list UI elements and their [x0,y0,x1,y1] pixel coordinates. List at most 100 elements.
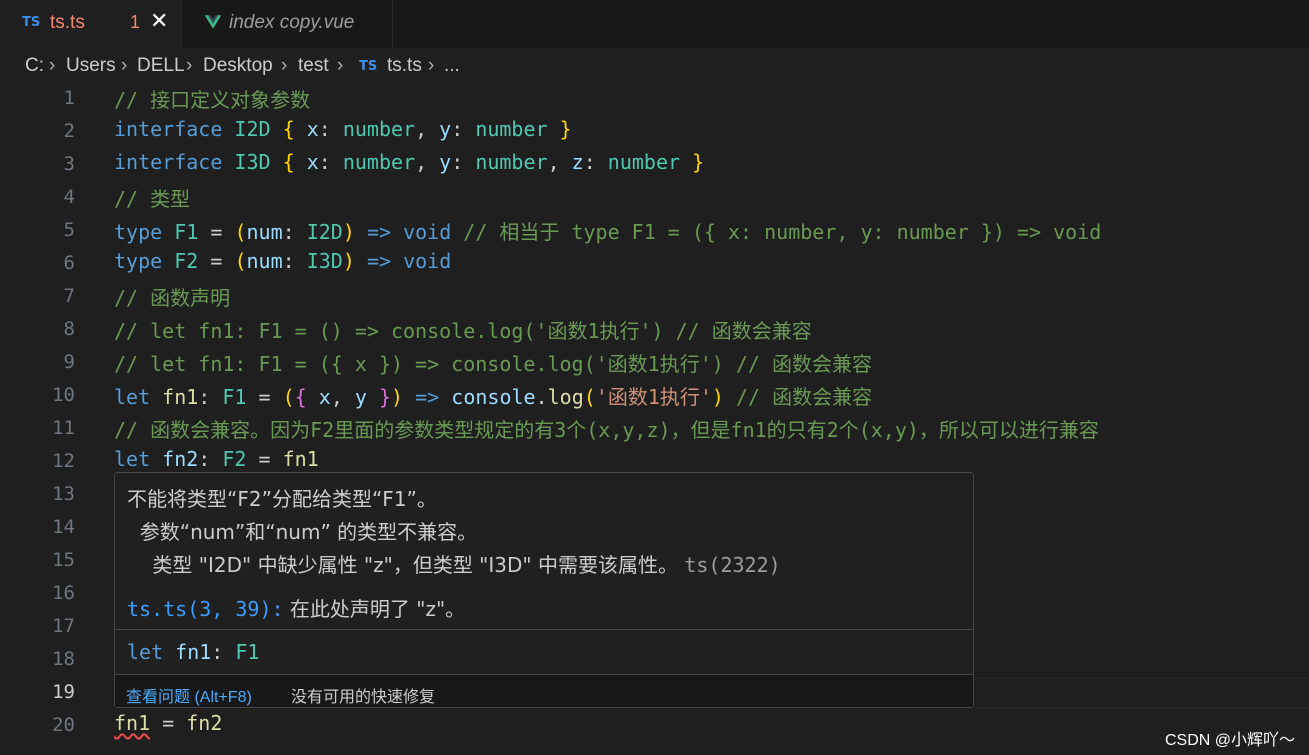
line-number: 18 [52,648,75,670]
current-line-highlight [974,678,1309,708]
parameter: num [246,220,283,244]
chevron-right-icon: › [121,55,128,76]
tab-label: index copy.vue [229,12,355,33]
paren: ( [282,385,295,409]
code-line-10: let fn1: F1 = ({ x, y }) => console.log(… [114,381,872,410]
variable: fn1 [162,385,199,409]
object: console [451,385,536,409]
line-number: 17 [52,615,75,637]
code-line-6: type F2 = (num: I3D) => void [114,249,451,273]
editor-tab-bar: TS ts.ts 1 ✕ index copy.vue [0,0,1309,48]
punct: : [198,447,211,471]
breadcrumb: C: › Users › DELL › Desktop › test › TS … [0,48,1309,84]
error-message-line-2: 参数“num”和“num” 的类型不兼容。 [127,520,478,544]
punct: : [318,117,331,141]
type: F2 [222,447,247,471]
tab-index-copy-vue[interactable]: index copy.vue [183,0,393,48]
line-number: 3 [63,153,75,175]
symbol-signature: let fn1: F1 [127,640,259,664]
chevron-right-icon: › [337,55,344,76]
comment: // let fn1: F1 = ({ x }) => console.log(… [114,352,872,376]
property: x [306,150,319,174]
line-number: 12 [52,450,75,472]
code-line-1: // 接口定义对象参数 [114,84,310,113]
error-code: ts(2322) [684,553,781,577]
paren: ( [234,249,247,273]
keyword: let [127,640,164,664]
hover-status-bar: 查看问题 (Alt+F8) 没有可用的快速修复 [115,675,973,707]
punct: : [583,150,596,174]
comment: // 函数声明 [114,286,231,310]
comment: // 接口定义对象参数 [114,88,311,112]
type: F1 [222,385,247,409]
operator: = [210,249,223,273]
punct: : [282,249,295,273]
type-alias-name: F2 [174,249,199,273]
brace: { [282,150,295,174]
comment: // 类型 [114,187,191,211]
breadcrumb-dell[interactable]: DELL [137,55,185,77]
line-number: 2 [63,120,75,142]
parameter: num [246,249,283,273]
type: number [475,117,548,141]
arrow: => [366,220,392,244]
keyword: type [114,220,163,244]
error-hover-popup: 不能将类型“F2”分配给类型“F1”。 参数“num”和“num” 的类型不兼容… [114,472,974,708]
typescript-file-icon: TS [359,59,378,74]
keyword: let [114,385,151,409]
operator: = [258,385,271,409]
paren: ) [342,220,355,244]
error-detail: 类型 "I2D" 中缺少属性 "z"，但类型 "I3D" 中需要该属性。 [127,553,678,577]
problem-count-badge: 1 [130,12,141,32]
property: y [439,117,452,141]
variable: fn1 [282,447,319,471]
tab-label: ts.ts [50,12,85,33]
operator: = [210,220,223,244]
arrow: => [366,249,392,273]
no-quick-fix-label: 没有可用的快速修复 [291,689,436,706]
comment: // 函数会兼容。因为F2里面的参数类型规定的有3个(x,y,z)，但是fn1的… [114,418,1099,442]
code-line-11: // 函数会兼容。因为F2里面的参数类型规定的有3个(x,y,z)，但是fn1的… [114,414,1099,443]
paren: ) [391,385,404,409]
operator: = [258,447,271,471]
type-alias-name: F1 [174,220,199,244]
code-line-9: // let fn1: F1 = ({ x }) => console.log(… [114,348,872,377]
punct: : [451,117,464,141]
parameter: x [318,385,331,409]
punct: , [415,150,428,174]
line-number: 4 [63,186,75,208]
breadcrumb-drive[interactable]: C: [25,55,44,77]
punct: , [330,385,343,409]
related-location-link[interactable]: ts.ts(3, 39): [127,597,284,621]
divider [115,629,973,630]
paren: ( [583,385,596,409]
brace: } [379,385,392,409]
line-number: 15 [52,549,75,571]
arrow: => [415,385,440,409]
breadcrumb-desktop[interactable]: Desktop [203,55,273,77]
tab-ts-ts[interactable]: TS ts.ts 1 ✕ [0,0,182,48]
view-problem-link[interactable]: 查看问题 (Alt+F8) [126,683,252,707]
vue-icon [204,15,222,29]
typescript-file-icon: TS [22,15,41,30]
chevron-right-icon: › [49,55,56,76]
interface-name: I3D [234,150,271,174]
line-number: 16 [52,582,75,604]
paren: ) [711,385,724,409]
code-line-20: fn1 = fn2 [114,711,222,735]
breadcrumb-symbols[interactable]: ... [444,55,460,77]
brace: { [282,117,295,141]
breadcrumb-users[interactable]: Users [66,55,116,77]
property: y [439,150,452,174]
breadcrumb-test[interactable]: test [298,55,329,77]
comment: // 相当于 type F1 = ({ x: number, y: number… [463,220,1102,244]
breadcrumb-file[interactable]: ts.ts [387,55,422,77]
keyword: interface [114,117,223,141]
keyword: void [403,249,452,273]
error-message-line-1: 不能将类型“F2”分配给类型“F1”。 [127,487,437,511]
chevron-right-icon: › [428,55,435,76]
keyword: type [114,249,163,273]
error-variable[interactable]: fn1 [114,711,150,735]
close-icon[interactable]: ✕ [150,9,168,34]
error-message-line-3: 类型 "I2D" 中缺少属性 "z"，但类型 "I3D" 中需要该属性。 ts(… [127,549,781,578]
